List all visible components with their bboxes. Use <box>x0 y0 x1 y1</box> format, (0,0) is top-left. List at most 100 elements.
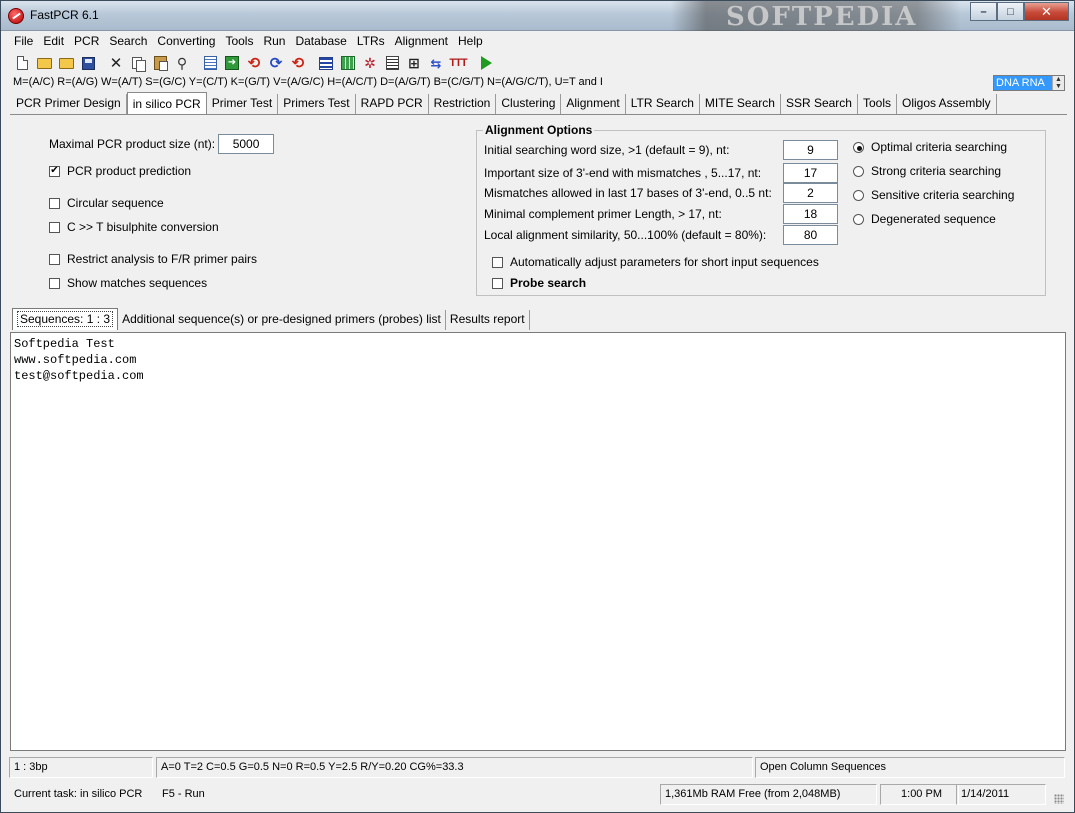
menu-converting[interactable]: Converting <box>152 31 220 51</box>
menu-edit[interactable]: Edit <box>38 31 69 51</box>
sequence-type-select[interactable]: DNA RNA ▲ ▼ <box>993 75 1065 91</box>
close-button[interactable]: ✕ <box>1024 2 1069 21</box>
copy-button[interactable] <box>127 52 149 74</box>
sensitive-criteria-radio[interactable] <box>853 189 864 201</box>
delete-button[interactable]: ✕ <box>105 52 127 74</box>
export-button[interactable]: ➜ <box>221 52 243 74</box>
menu-ltrs[interactable]: LTRs <box>352 31 390 51</box>
sensitive-criteria-row[interactable]: Sensitive criteria searching <box>853 188 1014 202</box>
page-button[interactable] <box>381 52 403 74</box>
strong-criteria-row[interactable]: Strong criteria searching <box>853 164 1001 178</box>
auto-adjust-label: Automatically adjust parameters for shor… <box>510 255 819 269</box>
minimize-button[interactable]: – <box>970 2 997 21</box>
sequence-tab-strip: Sequences: 1 : 3 Additional sequence(s) … <box>12 308 530 330</box>
tab-results-report[interactable]: Results report <box>446 310 530 330</box>
tab-ltr-search[interactable]: LTR Search <box>626 94 700 114</box>
circular-sequence-row[interactable]: Circular sequence <box>49 196 164 210</box>
tab-primer-test[interactable]: Primer Test <box>207 94 279 114</box>
spin-arrows-icon[interactable]: ▲ ▼ <box>1052 76 1064 90</box>
tab-oligos-assembly[interactable]: Oligos Assembly <box>897 94 997 114</box>
tab-mite-search[interactable]: MITE Search <box>700 94 781 114</box>
min-complement-input[interactable]: 18 <box>783 204 838 224</box>
find-button[interactable]: ⚲ <box>171 52 193 74</box>
export-icon: ➜ <box>225 56 239 70</box>
bars-button[interactable] <box>315 52 337 74</box>
three-end-size-label: Important size of 3'-end with mismatches… <box>484 166 762 180</box>
probe-search-row[interactable]: Probe search <box>492 276 586 290</box>
status-time: 1:00 PM <box>880 784 959 805</box>
tab-ssr-search[interactable]: SSR Search <box>781 94 858 114</box>
ttt-button[interactable]: TTT <box>447 52 469 74</box>
tab-clustering[interactable]: Clustering <box>496 94 562 114</box>
pcr-product-prediction-checkbox[interactable]: ✔ <box>49 165 60 177</box>
pcr-product-prediction-row[interactable]: ✔ PCR product prediction <box>49 164 191 178</box>
cycle-button-2[interactable]: ⟳ <box>265 52 287 74</box>
max-product-label: Maximal PCR product size (nt): <box>49 137 216 151</box>
restrict-fr-row[interactable]: Restrict analysis to F/R primer pairs <box>49 252 257 266</box>
tab-pcr-primer-design[interactable]: PCR Primer Design <box>11 94 127 114</box>
save-button[interactable] <box>77 52 99 74</box>
molecule-button[interactable]: ✲ <box>359 52 381 74</box>
max-product-input[interactable]: 5000 <box>218 134 275 154</box>
paste-button[interactable] <box>149 52 171 74</box>
status-bar-sequence: 1 : 3bp A=0 T=2 C=0.5 G=0.5 N=0 R=0.5 Y=… <box>9 757 1066 779</box>
optimal-criteria-row[interactable]: Optimal criteria searching <box>853 140 1007 154</box>
similarity-input[interactable]: 80 <box>783 225 838 245</box>
cycle-button-3[interactable]: ⟲ <box>287 52 309 74</box>
status-date: 1/14/2011 <box>956 784 1046 805</box>
grid-button[interactable] <box>337 52 359 74</box>
tab-primers-test[interactable]: Primers Test <box>278 94 356 114</box>
bars-icon <box>319 56 333 70</box>
open-recent-button[interactable] <box>55 52 77 74</box>
degenerated-row[interactable]: Degenerated sequence <box>853 212 996 226</box>
tab-additional-sequences[interactable]: Additional sequence(s) or pre-designed p… <box>118 310 446 330</box>
three-end-size-input[interactable]: 17 <box>783 163 838 183</box>
degenerated-label: Degenerated sequence <box>871 212 996 226</box>
page-icon <box>385 56 399 70</box>
list-button[interactable] <box>199 52 221 74</box>
menu-search[interactable]: Search <box>104 31 152 51</box>
show-matches-checkbox[interactable] <box>49 277 60 289</box>
circular-sequence-checkbox[interactable] <box>49 197 60 209</box>
strong-criteria-radio[interactable] <box>853 165 864 177</box>
open-button[interactable] <box>33 52 55 74</box>
run-button[interactable] <box>475 52 497 74</box>
word-size-input[interactable]: 9 <box>783 140 838 160</box>
iupac-codes: M=(A/C) R=(A/G) W=(A/T) S=(G/C) Y=(C/T) … <box>13 76 603 88</box>
menu-alignment[interactable]: Alignment <box>390 31 453 51</box>
tab-sequences[interactable]: Sequences: 1 : 3 <box>12 308 119 330</box>
menu-pcr[interactable]: PCR <box>69 31 104 51</box>
tab-alignment[interactable]: Alignment <box>561 94 626 114</box>
show-matches-row[interactable]: Show matches sequences <box>49 276 207 290</box>
app-logo-icon <box>8 8 24 24</box>
menu-tools[interactable]: Tools <box>220 31 258 51</box>
auto-adjust-checkbox[interactable] <box>492 256 503 268</box>
tab-restriction[interactable]: Restriction <box>429 94 497 114</box>
status-position: 1 : 3bp <box>9 757 153 778</box>
tab-rapd-pcr[interactable]: RAPD PCR <box>356 94 429 114</box>
maximize-button[interactable]: □ <box>997 2 1024 21</box>
paste-icon <box>153 56 168 71</box>
restrict-fr-checkbox[interactable] <box>49 253 60 265</box>
menu-run[interactable]: Run <box>258 31 290 51</box>
tab-tools[interactable]: Tools <box>858 94 897 114</box>
degenerated-radio[interactable] <box>853 213 864 225</box>
auto-adjust-row[interactable]: Automatically adjust parameters for shor… <box>492 255 819 269</box>
bisulphite-row[interactable]: C >> T bisulphite conversion <box>49 220 219 234</box>
sequence-editor[interactable]: Softpedia Test www.softpedia.com test@so… <box>10 332 1066 751</box>
tab-in-silico-pcr[interactable]: in silico PCR <box>126 92 207 114</box>
resize-grip-icon[interactable] <box>1054 794 1064 804</box>
cycle-button-1[interactable]: ⟲ <box>243 52 265 74</box>
new-document-button[interactable] <box>11 52 33 74</box>
menu-help[interactable]: Help <box>453 31 488 51</box>
add-button[interactable]: ⊞ <box>403 52 425 74</box>
title-bar[interactable]: FastPCR 6.1 SOFTPEDIA – □ ✕ <box>1 1 1074 32</box>
menu-database[interactable]: Database <box>290 31 351 51</box>
mismatches-input[interactable]: 2 <box>783 183 838 203</box>
optimal-criteria-radio[interactable] <box>853 141 864 153</box>
menu-file[interactable]: File <box>9 31 38 51</box>
bisulphite-checkbox[interactable] <box>49 221 60 233</box>
bisulphite-label: C >> T bisulphite conversion <box>67 220 219 234</box>
arrows-button[interactable]: ⇆ <box>425 52 447 74</box>
probe-search-checkbox[interactable] <box>492 277 503 289</box>
